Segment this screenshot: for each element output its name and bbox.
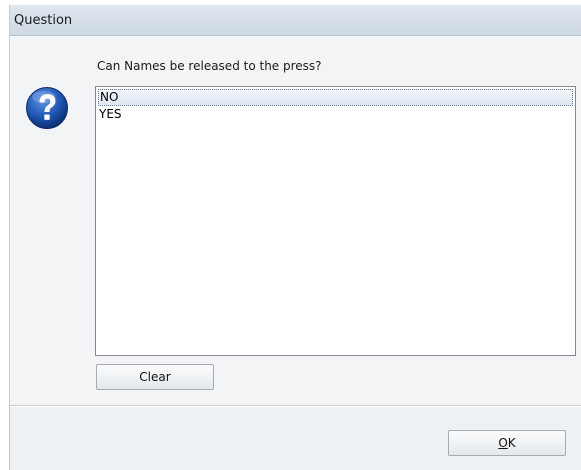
- list-item-label: YES: [99, 107, 122, 121]
- window-title: Question: [14, 13, 73, 28]
- clear-button[interactable]: Clear: [96, 364, 214, 390]
- list-item-label: NO: [100, 90, 119, 104]
- clear-button-label: Clear: [139, 370, 171, 384]
- question-prompt: Can Names be released to the press?: [97, 59, 322, 73]
- ok-button[interactable]: OK: [448, 430, 566, 456]
- question-icon: [26, 87, 68, 129]
- ok-mnemonic: O: [498, 436, 508, 450]
- list-item-no[interactable]: NO: [98, 89, 573, 106]
- answer-listbox[interactable]: NO YES: [95, 86, 576, 356]
- list-item-yes[interactable]: YES: [98, 106, 122, 123]
- question-dialog: Question Can Names be released to the pr…: [9, 5, 581, 470]
- title-bar[interactable]: Question: [10, 5, 581, 36]
- ok-label-rest: K: [507, 436, 516, 450]
